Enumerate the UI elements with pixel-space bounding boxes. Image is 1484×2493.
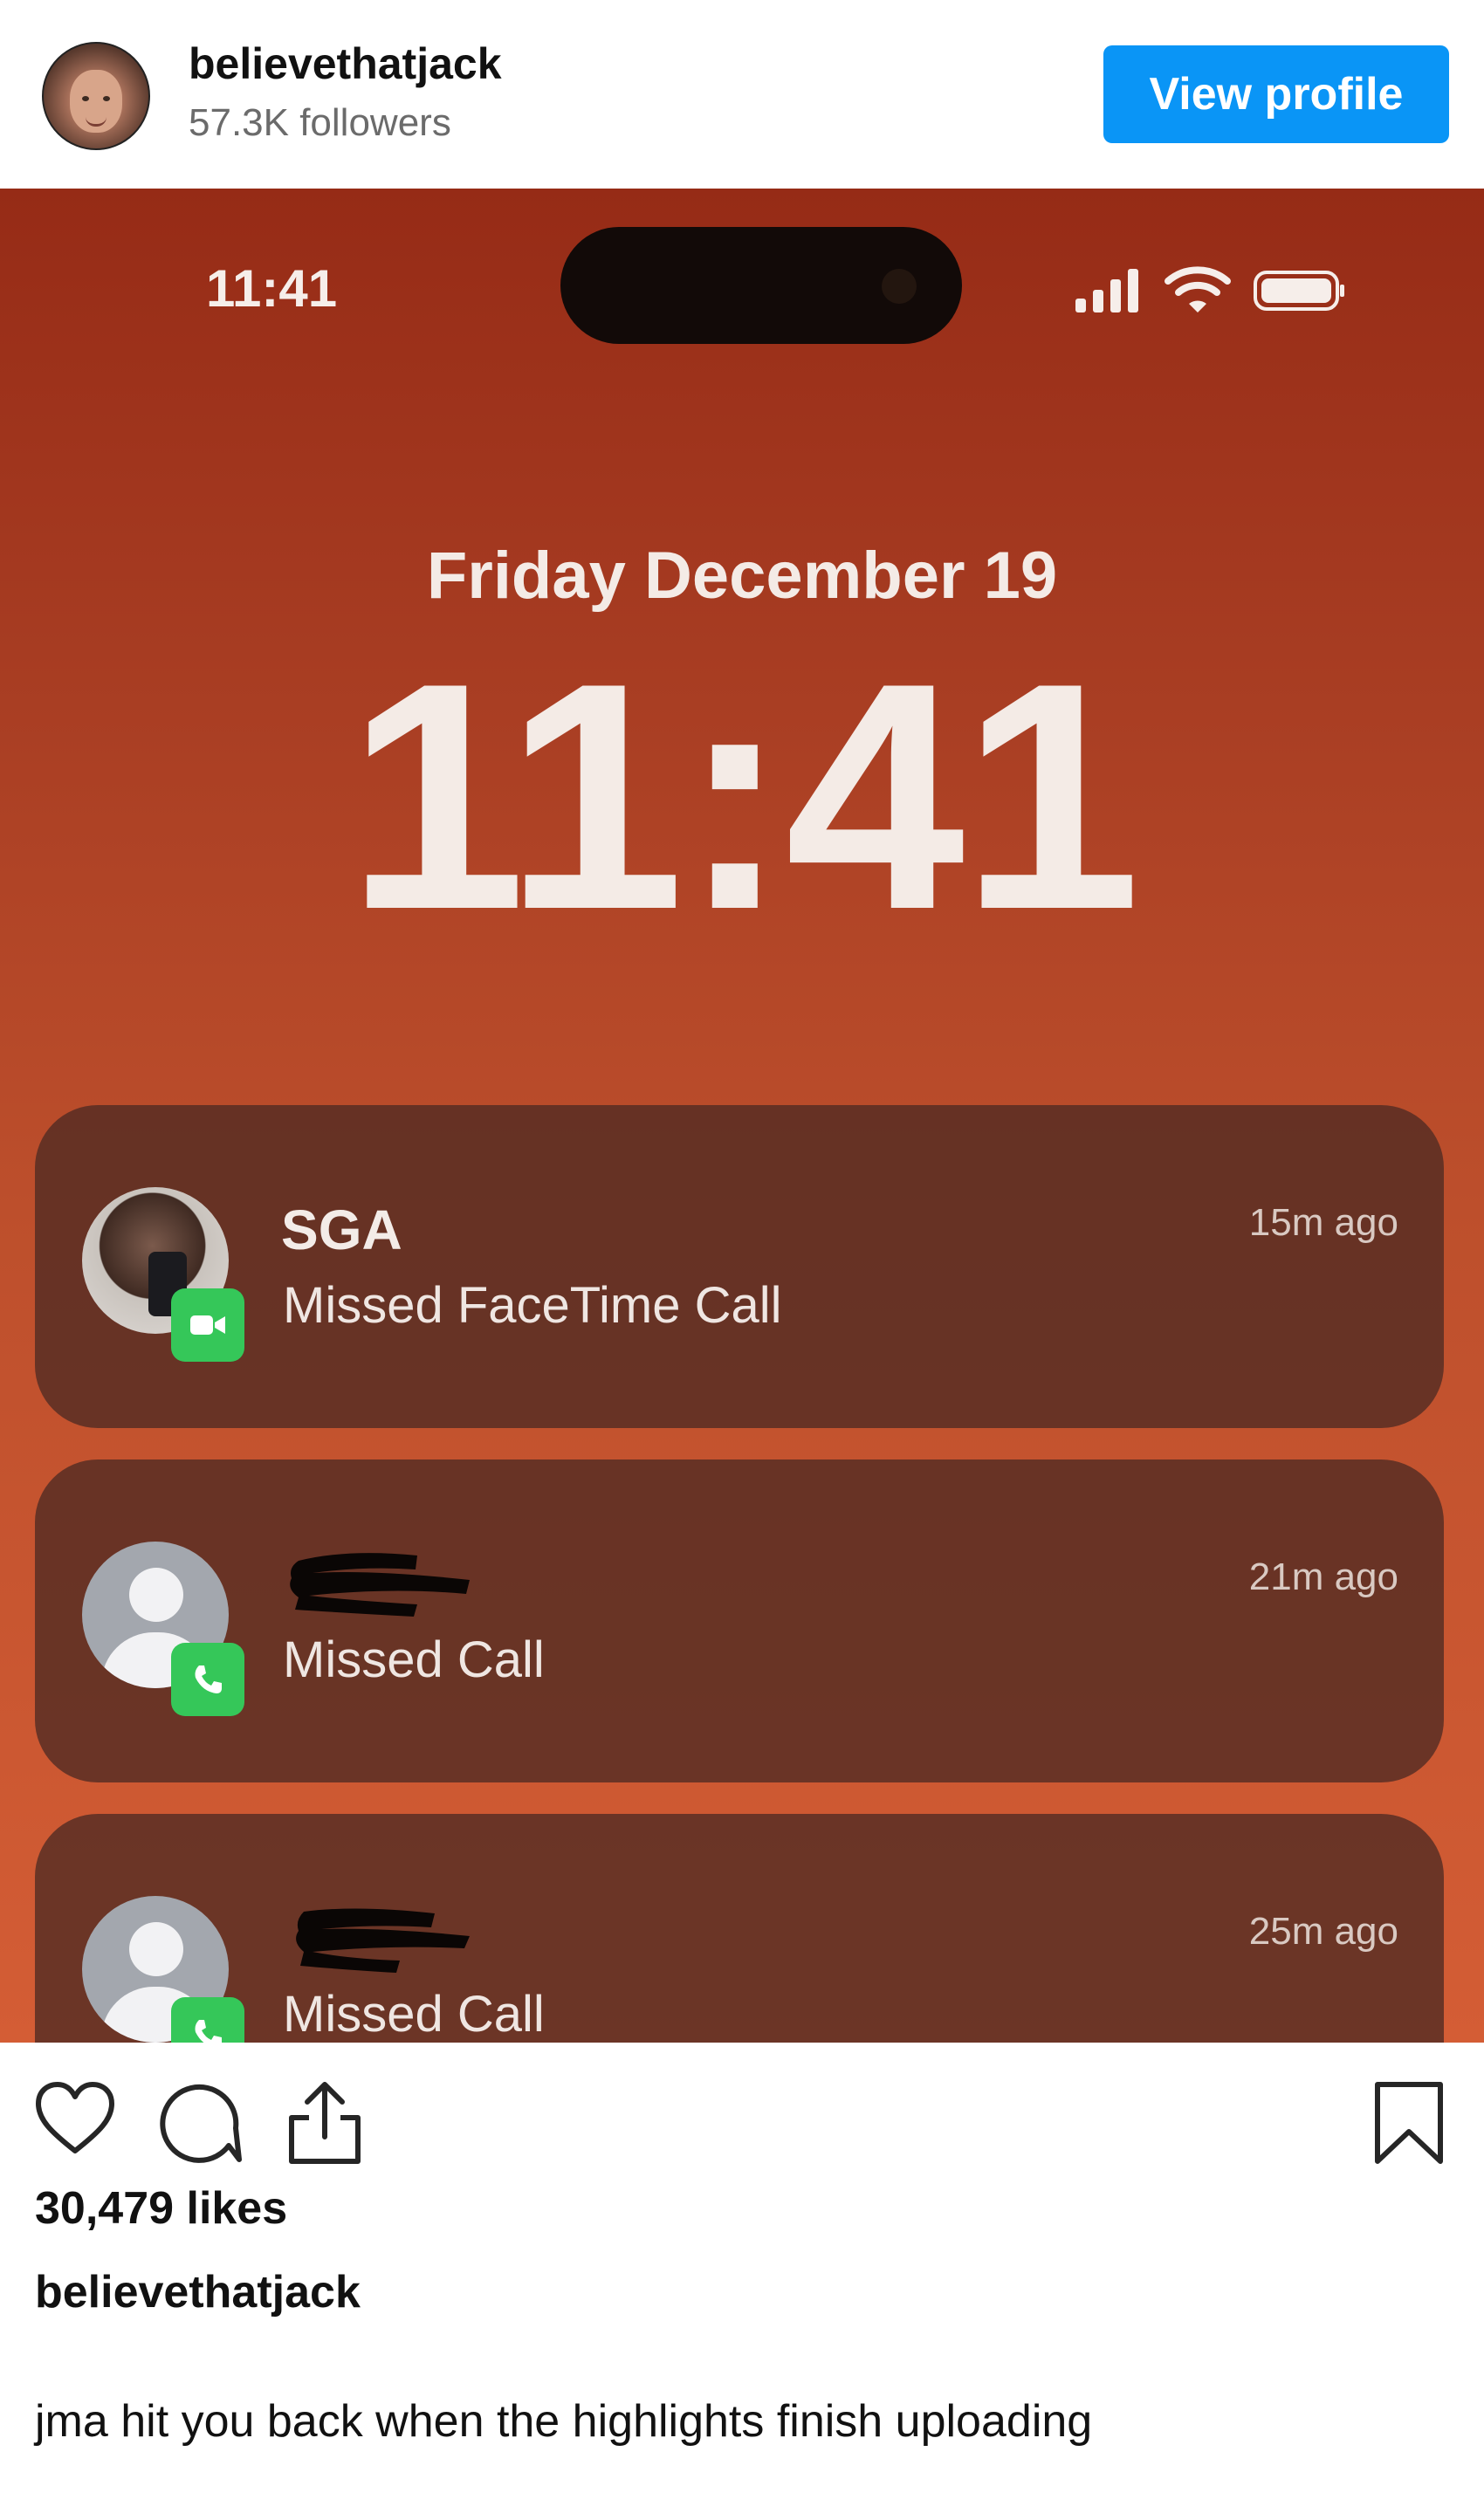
caption-username[interactable]: believethatjack xyxy=(35,2266,361,2318)
notification-body: Missed FaceTime Call xyxy=(283,1277,782,1334)
save-bookmark-icon[interactable] xyxy=(1371,2079,1447,2167)
like-heart-icon[interactable] xyxy=(33,2079,117,2158)
front-camera xyxy=(882,269,917,304)
phone-icon xyxy=(171,1643,244,1716)
comment-icon[interactable] xyxy=(155,2079,243,2167)
caption-text: jma hit you back when the highlights fin… xyxy=(35,2396,1093,2447)
profile-username[interactable]: believethatjack xyxy=(189,38,502,89)
notification-card[interactable]: Missed Call 25m ago xyxy=(35,1814,1444,2043)
notification-time: 15m ago xyxy=(1248,1201,1398,1244)
facetime-icon xyxy=(171,1288,244,1362)
post-header: believethatjack 57.3K followers View pro… xyxy=(0,0,1484,189)
avatar-eye xyxy=(82,96,89,101)
phone-icon xyxy=(171,1997,244,2043)
view-profile-button[interactable]: View profile xyxy=(1103,45,1449,143)
lockscreen-date: Friday December 19 xyxy=(426,539,1058,613)
avatar-head xyxy=(129,1922,183,1976)
redacted-name xyxy=(290,1553,470,1617)
notification-body: Missed Call xyxy=(283,1986,545,2043)
battery-icon xyxy=(1254,271,1344,311)
post-action-bar xyxy=(0,2043,1484,2174)
status-bar-time: 11:41 xyxy=(206,259,338,318)
redacted-name xyxy=(296,1908,470,1973)
cellular-signal-icon xyxy=(1075,269,1145,312)
lockscreen-clock: 11:41 xyxy=(347,616,1141,977)
notification-title: SGA xyxy=(281,1198,402,1261)
like-count[interactable]: 30,479 likes xyxy=(35,2182,287,2235)
profile-avatar[interactable] xyxy=(42,42,150,150)
notification-time: 25m ago xyxy=(1248,1910,1398,1953)
dynamic-island xyxy=(560,227,962,344)
notification-time: 21m ago xyxy=(1248,1556,1398,1598)
notification-body: Missed Call xyxy=(283,1631,545,1688)
avatar-eye xyxy=(103,96,110,101)
wifi-icon xyxy=(1165,266,1231,312)
notification-card[interactable]: SGA Missed FaceTime Call 15m ago xyxy=(35,1105,1444,1428)
post-image[interactable]: 11:41 Friday December 19 11:41 SGA Misse… xyxy=(0,189,1484,2043)
share-icon[interactable] xyxy=(283,2079,367,2167)
follower-count: 57.3K followers xyxy=(189,101,451,144)
avatar-head xyxy=(129,1568,183,1622)
notification-card[interactable]: Missed Call 21m ago xyxy=(35,1459,1444,1782)
